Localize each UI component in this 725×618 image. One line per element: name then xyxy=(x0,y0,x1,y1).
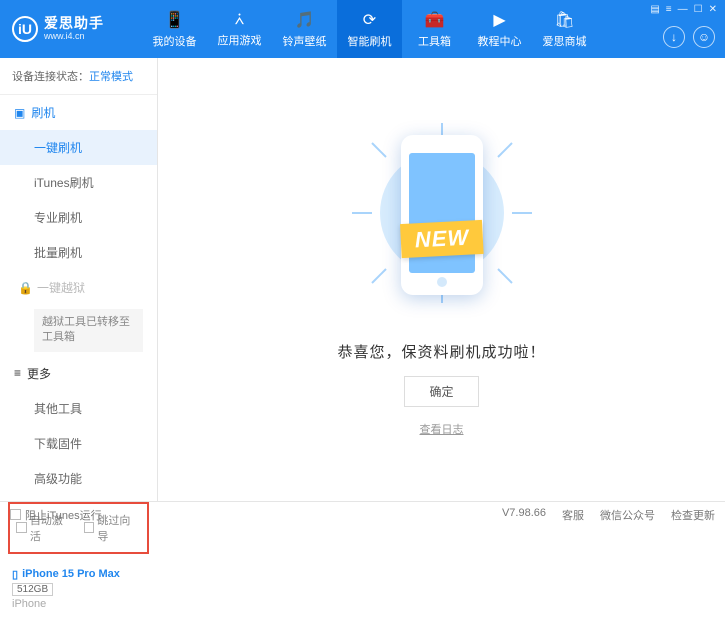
bag-icon: 🛍 xyxy=(554,10,574,30)
device-status: 设备连接状态：正常模式 xyxy=(0,58,157,95)
block-itunes-checkbox[interactable] xyxy=(10,509,21,520)
music-icon: 🎵 xyxy=(295,10,315,30)
device-icon: ▯ xyxy=(12,568,18,581)
device-storage: 512GB xyxy=(12,583,53,596)
download-button[interactable]: ↓ xyxy=(663,26,685,48)
minimize-icon[interactable]: — xyxy=(678,4,688,15)
account-button[interactable]: ☺ xyxy=(693,26,715,48)
maximize-icon[interactable]: ☐ xyxy=(694,4,703,15)
menu-icon[interactable]: ≡ xyxy=(666,4,672,15)
nav-ringtones[interactable]: 🎵铃声壁纸 xyxy=(272,0,337,58)
flash-icon: ▣ xyxy=(14,106,25,120)
main-content: NEW 恭喜您，保资料刷机成功啦！ 确定 查看日志 xyxy=(158,58,725,501)
view-log-link[interactable]: 查看日志 xyxy=(420,421,464,437)
device-type: iPhone xyxy=(12,598,145,610)
top-nav: 📱我的设备 ⩑应用游戏 🎵铃声壁纸 ⟳智能刷机 🧰工具箱 ▶教程中心 🛍爱思商城 xyxy=(142,0,597,58)
nav-my-device[interactable]: 📱我的设备 xyxy=(142,0,207,58)
nav-tutorials[interactable]: ▶教程中心 xyxy=(467,0,532,58)
lock-icon: 🔒 xyxy=(18,281,33,295)
sidebar-item-advanced[interactable]: 高级功能 xyxy=(0,461,157,496)
logo-url: www.i4.cn xyxy=(44,32,104,42)
nav-store[interactable]: 🛍爱思商城 xyxy=(532,0,597,58)
sidebar-item-pro-flash[interactable]: 专业刷机 xyxy=(0,200,157,235)
logo: iU 爱思助手 www.i4.cn xyxy=(0,16,142,42)
footer-link-support[interactable]: 客服 xyxy=(562,507,584,523)
new-ribbon: NEW xyxy=(400,219,484,257)
apps-icon: ⩑ xyxy=(235,11,245,29)
sidebar-item-oneclick-flash[interactable]: 一键刷机 xyxy=(0,130,157,165)
sidebar-section-jailbreak: 🔒 一键越狱 xyxy=(0,270,157,305)
app-header: iU 爱思助手 www.i4.cn 📱我的设备 ⩑应用游戏 🎵铃声壁纸 ⟳智能刷… xyxy=(0,0,725,58)
footer-link-wechat[interactable]: 微信公众号 xyxy=(600,507,655,523)
play-icon: ▶ xyxy=(493,10,505,30)
sidebar-section-flash[interactable]: ▣ 刷机 xyxy=(0,95,157,130)
nav-smart-flash[interactable]: ⟳智能刷机 xyxy=(337,0,402,58)
skin-icon[interactable]: ▤ xyxy=(650,4,659,15)
success-message: 恭喜您，保资料刷机成功啦！ xyxy=(337,341,545,362)
jailbreak-note: 越狱工具已转移至工具箱 xyxy=(34,309,143,352)
version: V7.98.66 xyxy=(502,507,546,523)
sidebar-item-batch-flash[interactable]: 批量刷机 xyxy=(0,235,157,270)
block-itunes-label: 阻止iTunes运行 xyxy=(25,507,102,523)
flash-icon: ⟳ xyxy=(363,10,376,30)
footer-link-update[interactable]: 检查更新 xyxy=(671,507,715,523)
success-illustration: NEW xyxy=(362,123,522,323)
nav-apps[interactable]: ⩑应用游戏 xyxy=(207,0,272,58)
nav-toolbox[interactable]: 🧰工具箱 xyxy=(402,0,467,58)
sidebar-item-itunes-flash[interactable]: iTunes刷机 xyxy=(0,165,157,200)
sidebar: 设备连接状态：正常模式 ▣ 刷机 一键刷机 iTunes刷机 专业刷机 批量刷机… xyxy=(0,58,158,501)
logo-icon: iU xyxy=(12,16,38,42)
sidebar-item-download-firmware[interactable]: 下载固件 xyxy=(0,426,157,461)
sidebar-section-more[interactable]: ≡ 更多 xyxy=(0,356,157,391)
window-controls: ▤ ≡ — ☐ ✕ xyxy=(650,4,717,15)
hamburger-icon: ≡ xyxy=(14,366,21,380)
phone-icon: 📱 xyxy=(165,10,185,30)
ok-button[interactable]: 确定 xyxy=(404,376,478,407)
logo-title: 爱思助手 xyxy=(44,16,104,31)
close-icon[interactable]: ✕ xyxy=(709,4,717,15)
sidebar-item-other-tools[interactable]: 其他工具 xyxy=(0,391,157,426)
toolbox-icon: 🧰 xyxy=(425,10,445,30)
device-info: ▯ iPhone 15 Pro Max 512GB iPhone xyxy=(0,560,157,618)
device-name[interactable]: ▯ iPhone 15 Pro Max xyxy=(12,568,145,581)
